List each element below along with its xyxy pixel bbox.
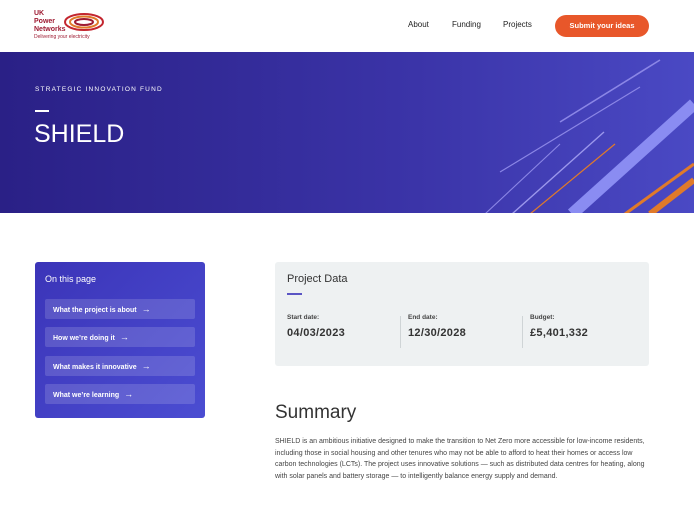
project-data-underline [287, 293, 302, 295]
start-date-label: Start date: [287, 314, 320, 321]
budget-label: Budget: [530, 314, 555, 321]
start-date-value: 04/03/2023 [287, 327, 346, 339]
on-page-link-about[interactable]: What the project is about → [45, 299, 195, 319]
budget-value: £5,401,332 [530, 327, 589, 339]
hero-divider [35, 110, 49, 112]
page-title: SHIELD [34, 120, 125, 148]
nav-funding-link[interactable]: Funding [452, 20, 481, 29]
arrow-right-icon: → [119, 332, 129, 342]
column-divider [522, 316, 523, 348]
end-date-label: End date: [408, 314, 438, 321]
logo-tagline: Delivering your electricity [34, 34, 90, 40]
on-page-link-learning[interactable]: What we’re learning → [45, 384, 195, 404]
on-page-link-how[interactable]: How we’re doing it → [45, 327, 195, 347]
on-page-link-label: What we’re learning [53, 392, 120, 399]
on-this-page-title: On this page [45, 274, 97, 284]
start-date-field: Start date: 04/03/2023 [287, 314, 345, 354]
on-page-link-label: How we’re doing it [53, 335, 115, 342]
project-data-card: Project Data Start date: 04/03/2023 End … [275, 262, 649, 366]
project-data-title: Project Data [287, 273, 348, 285]
on-page-link-innovative[interactable]: What makes it innovative → [45, 356, 195, 376]
end-date-field: End date: 12/30/2028 [408, 314, 466, 354]
on-this-page-panel: On this page What the project is about → … [35, 262, 205, 418]
column-divider [400, 316, 401, 348]
arrow-right-icon: → [124, 389, 134, 399]
arrow-right-icon: → [141, 304, 151, 314]
on-page-link-label: What makes it innovative [53, 364, 137, 371]
uk-power-networks-logo[interactable]: UK Power Networks Delivering your electr… [34, 10, 114, 44]
end-date-value: 12/30/2028 [408, 327, 467, 339]
site-header: UK Power Networks Delivering your electr… [0, 0, 694, 52]
logo-wordmark: UK Power Networks [34, 10, 66, 33]
budget-field: Budget: £5,401,332 [530, 314, 588, 354]
summary-heading: Summary [275, 402, 357, 423]
hero-kicker: STRATEGIC INNOVATION FUND [35, 86, 163, 93]
summary-text: SHIELD is an ambitious initiative design… [275, 438, 645, 480]
nav-about-link[interactable]: About [408, 20, 429, 29]
hero-banner: STRATEGIC INNOVATION FUND SHIELD [0, 52, 694, 213]
on-page-link-label: What the project is about [53, 307, 137, 314]
nav-projects-link[interactable]: Projects [503, 20, 532, 29]
arrow-right-icon: → [141, 361, 151, 371]
submit-ideas-button[interactable]: Submit your ideas [555, 15, 649, 37]
